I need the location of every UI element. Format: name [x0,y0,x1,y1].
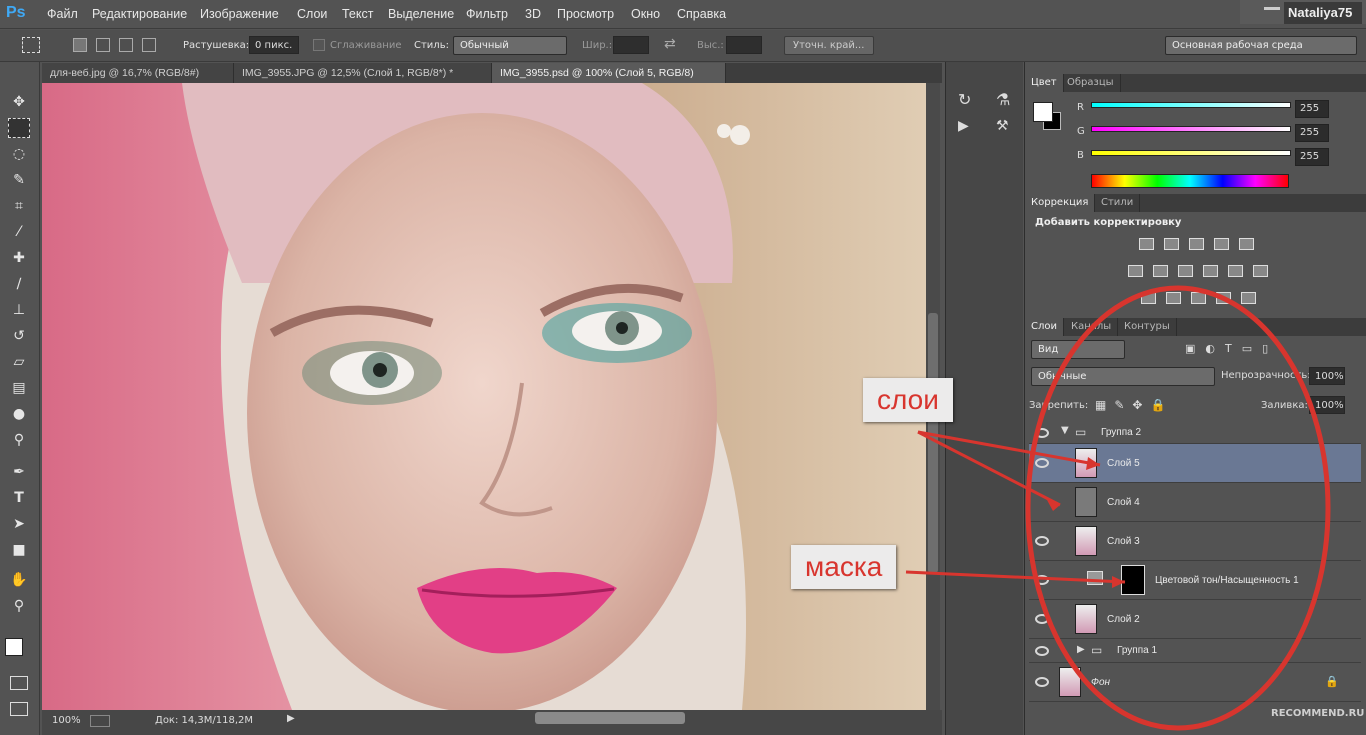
arrow-to-mask [905,570,1126,584]
mask-callout: маска [791,545,897,589]
highlight-ellipse [1025,285,1331,731]
layers-callout: слои [863,378,953,422]
arrow-to-layer-5 [917,430,1101,467]
arrowhead [1112,576,1125,588]
annotation-overlay [905,285,1331,731]
arrow-to-layer-4 [917,430,1061,507]
